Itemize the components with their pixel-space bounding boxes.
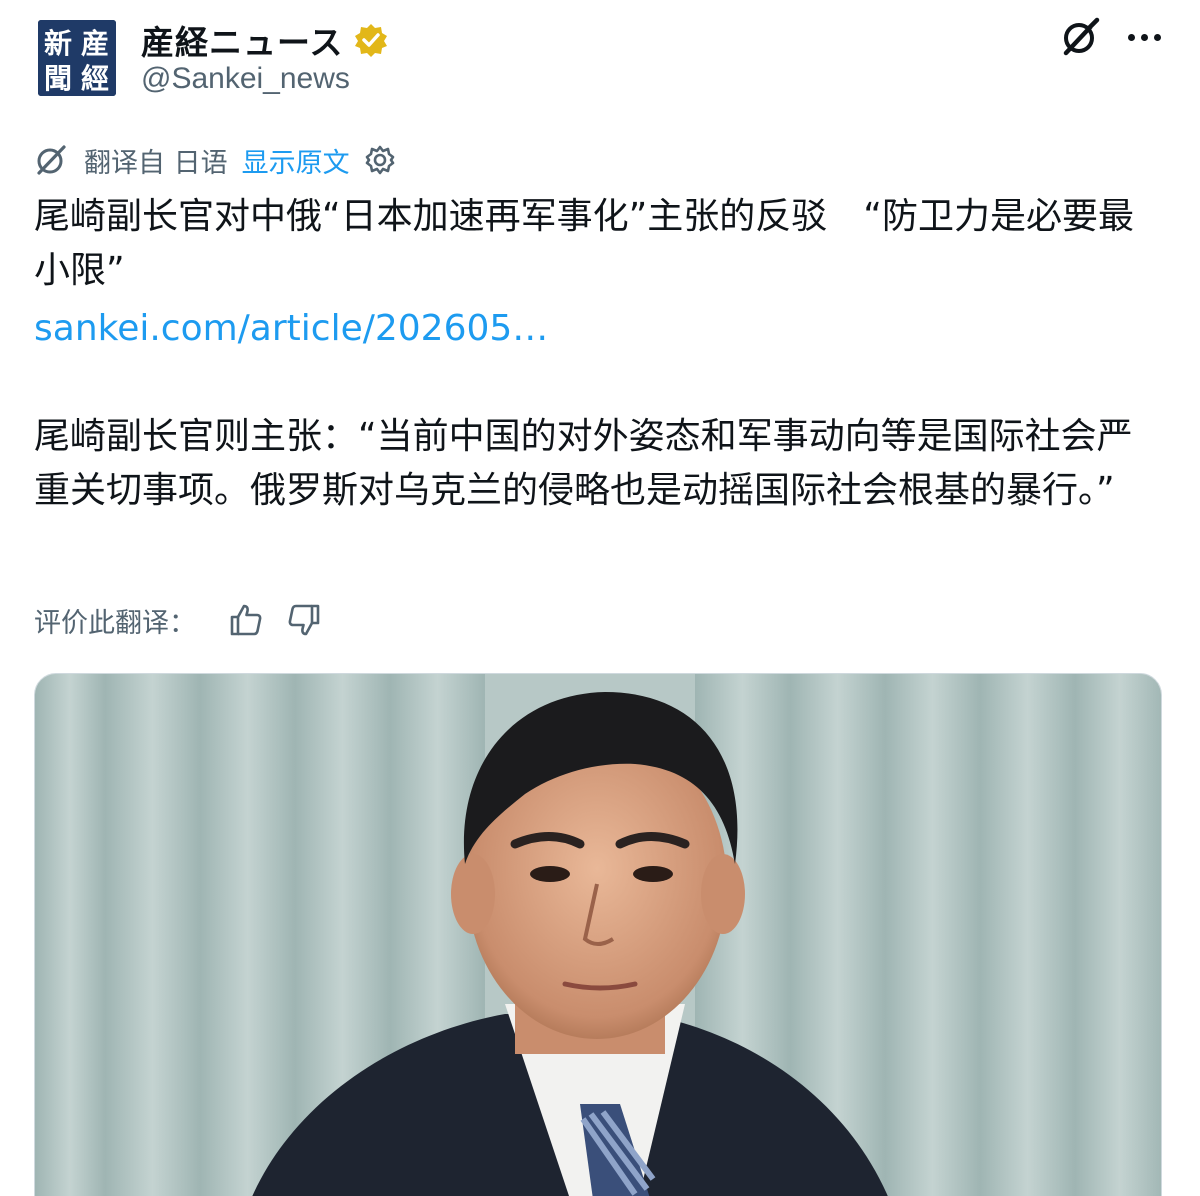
verified-badge-icon xyxy=(355,24,388,57)
tweet-photo[interactable] xyxy=(34,673,1162,1196)
translate-icon xyxy=(37,145,66,175)
display-name[interactable]: 産経ニュース xyxy=(141,16,343,64)
rate-translation-row: 评价此翻译： xyxy=(34,597,322,643)
thumbs-up-icon[interactable] xyxy=(228,602,264,638)
avatar-char-4: 聞 xyxy=(44,62,72,95)
translation-bar: 翻译自 日语 显示原文 xyxy=(34,140,396,180)
tweet-header: 産 經 新 聞 産経ニュース @Sankei_news xyxy=(0,0,1200,110)
avatar[interactable]: 産 經 新 聞 xyxy=(38,20,116,96)
tweet-text: 尾崎副长官对中俄“日本加速再军事化”主张的反驳 “防卫力是必要最小限” sank… xyxy=(34,190,1164,518)
more-button[interactable] xyxy=(1122,20,1166,54)
grok-icon xyxy=(1063,17,1100,56)
thumbs-down-icon[interactable] xyxy=(286,602,322,638)
show-original-link[interactable]: 显示原文 xyxy=(242,141,350,180)
grok-button[interactable] xyxy=(1060,16,1102,58)
avatar-char-1: 産 xyxy=(81,27,109,60)
more-icon xyxy=(1127,33,1135,41)
rate-translation-label: 评价此翻译： xyxy=(34,607,196,639)
photo-illustration xyxy=(35,674,1161,1196)
gear-icon[interactable] xyxy=(364,144,396,176)
avatar-char-3: 新 xyxy=(44,27,72,60)
tweet-body: 尾崎副长官则主张：“当前中国的对外姿态和军事动向等是国际社会严重关切事项。俄罗斯… xyxy=(34,416,1133,511)
translated-from-label: 翻译自 日语 xyxy=(84,147,228,179)
avatar-char-2: 經 xyxy=(81,62,109,95)
sankei-logo: 産 經 新 聞 xyxy=(38,20,116,96)
name-row: 産経ニュース xyxy=(141,16,389,64)
handle[interactable]: @Sankei_news xyxy=(141,62,350,96)
article-link[interactable]: sankei.com/article/202605… xyxy=(34,302,1164,356)
tweet-headline: 尾崎副长官对中俄“日本加速再军事化”主张的反驳 “防卫力是必要最小限” xyxy=(34,196,1134,291)
